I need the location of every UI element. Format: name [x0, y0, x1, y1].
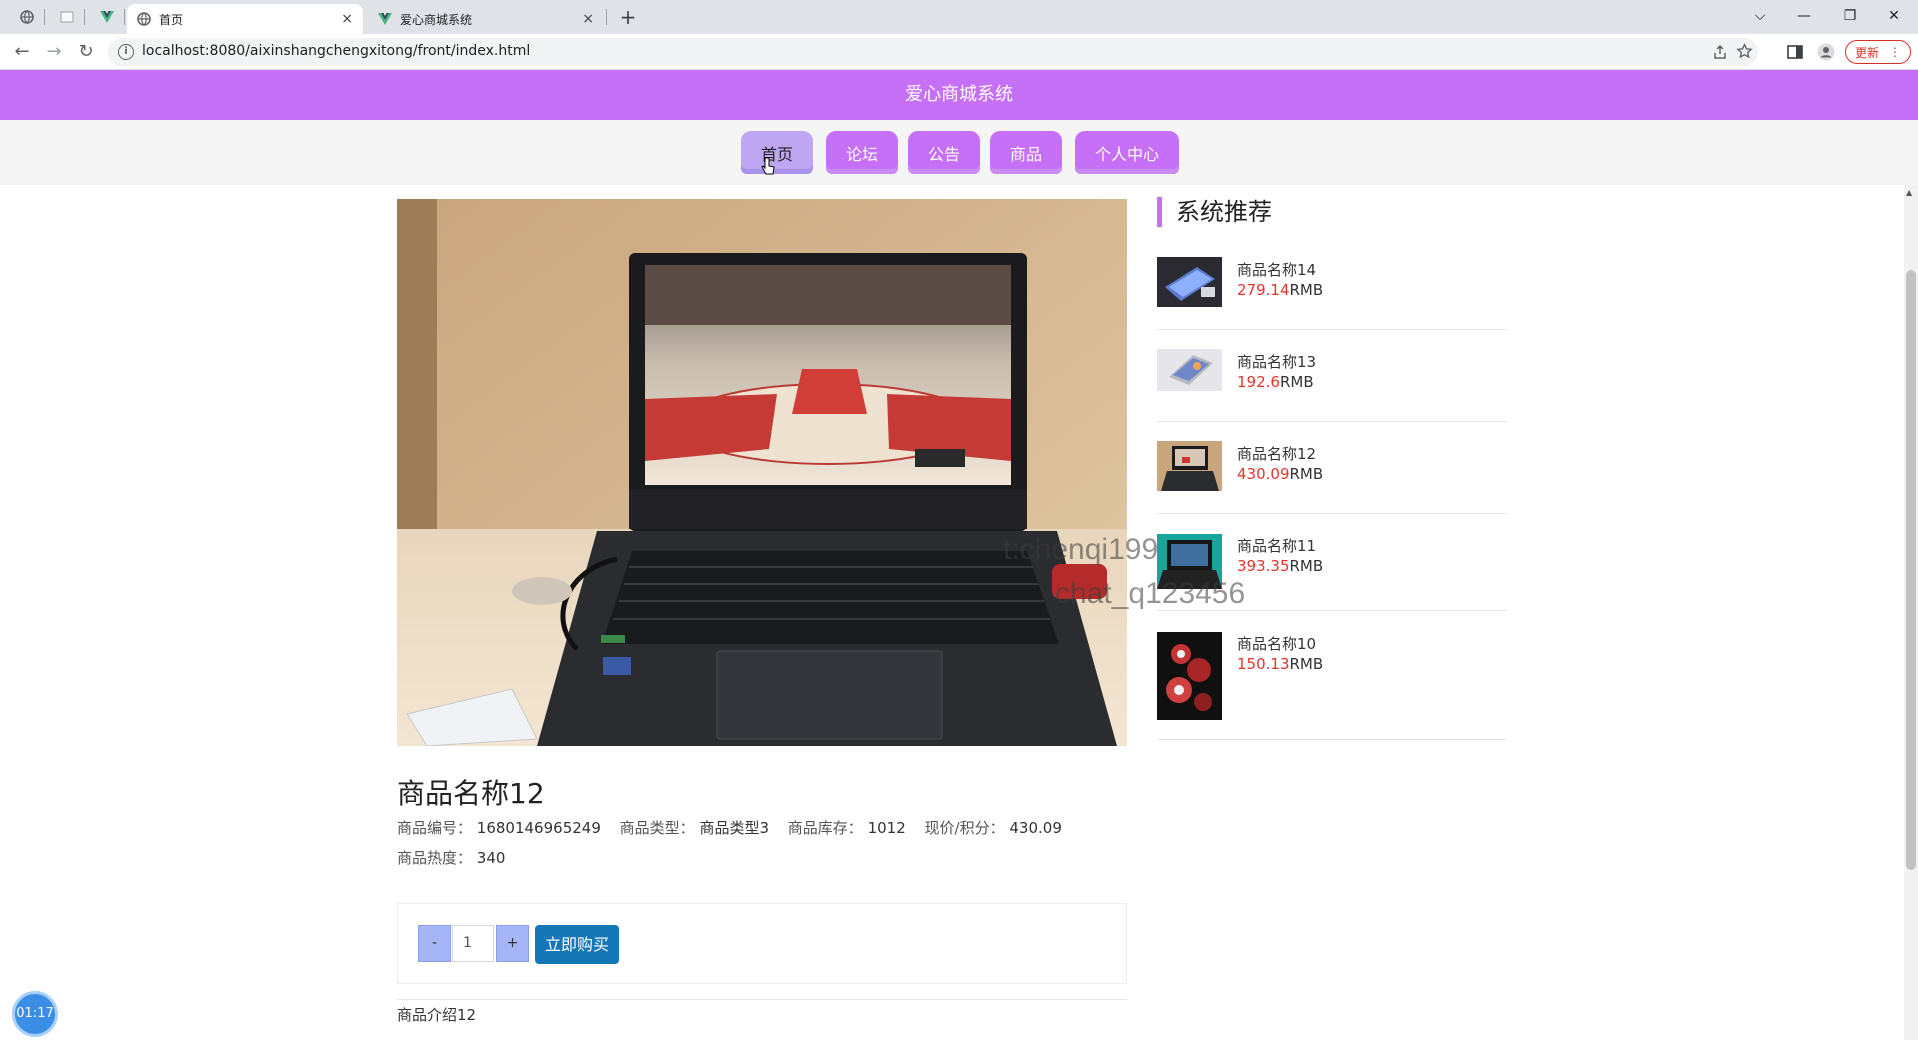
bookmark-star-icon[interactable]	[1736, 43, 1753, 60]
recommend-name[interactable]: 商品名称10	[1237, 633, 1316, 654]
product-heat-row: 商品热度： 340	[397, 847, 505, 868]
price-number: 393.35	[1237, 557, 1290, 575]
close-window-button[interactable]: ✕	[1872, 4, 1916, 28]
vue-logo-icon	[100, 11, 114, 23]
recommend-item[interactable]: 商品名称10 150.13RMB	[1157, 630, 1507, 740]
page-icon	[60, 11, 74, 23]
product-main-image	[397, 199, 1127, 746]
stock-value: 1012	[867, 819, 906, 837]
back-button[interactable]: ←	[10, 41, 34, 63]
nav-products[interactable]: 商品	[990, 131, 1062, 174]
currency: RMB	[1279, 373, 1314, 391]
scrollbar-thumb[interactable]	[1906, 270, 1916, 870]
quantity-input[interactable]: 1	[452, 925, 494, 962]
watermark-line-2: chat_q123456	[1055, 577, 1246, 610]
hand-cursor-icon	[761, 157, 775, 175]
new-tab-button[interactable]: +	[615, 5, 641, 29]
url-text[interactable]: localhost:8080/aixinshangchengxitong/fro…	[142, 43, 530, 59]
tab-search-button[interactable]: ⌵	[1738, 4, 1782, 28]
heat-value: 340	[476, 849, 506, 867]
reload-button[interactable]: ↻	[74, 41, 98, 63]
price-number: 192.6	[1237, 373, 1280, 391]
pinned-tab-vue[interactable]	[94, 6, 120, 28]
stock-label: 商品库存：	[787, 819, 863, 837]
recommend-name[interactable]: 商品名称12	[1237, 443, 1316, 464]
site-info-icon[interactable]: i	[118, 44, 134, 60]
currency: RMB	[1289, 557, 1324, 575]
currency: RMB	[1289, 465, 1324, 483]
recommend-price: 430.09RMB	[1237, 465, 1323, 483]
recommend-title: 系统推荐	[1157, 197, 1272, 227]
price-label: 现价/积分：	[924, 819, 1005, 837]
pinned-tab-globe[interactable]	[14, 6, 40, 28]
nav-home[interactable]: 首页	[741, 131, 813, 174]
forward-button[interactable]: →	[42, 41, 66, 63]
price-number: 150.13	[1237, 655, 1290, 673]
browser-tab-bar: 首页 × 爱心商城系统 × + ⌵ — ❐ ✕	[0, 0, 1918, 34]
globe-icon	[137, 12, 151, 26]
update-label: 更新	[1854, 45, 1879, 60]
pinned-tab-blank[interactable]	[54, 6, 80, 28]
site-title: 爱心商城系统	[0, 70, 1918, 120]
globe-icon	[20, 10, 34, 24]
recommend-thumbnail[interactable]	[1157, 349, 1222, 391]
address-bar[interactable]: i localhost:8080/aixinshangchengxitong/f…	[108, 38, 1758, 66]
recommend-thumbnail[interactable]	[1157, 257, 1222, 307]
price-number: 279.14	[1237, 281, 1290, 299]
recommend-thumbnail[interactable]	[1157, 632, 1222, 720]
recommend-thumbnail[interactable]	[1157, 441, 1222, 491]
type-value: 商品类型3	[699, 819, 769, 837]
recommend-name[interactable]: 商品名称13	[1237, 351, 1316, 372]
nav-forum[interactable]: 论坛	[826, 131, 898, 174]
recommend-name[interactable]: 商品名称14	[1237, 259, 1316, 280]
recommend-price: 150.13RMB	[1237, 655, 1323, 673]
tab-mall[interactable]: 爱心商城系统 ×	[368, 4, 604, 34]
close-tab-icon[interactable]: ×	[582, 11, 594, 27]
side-panel-icon[interactable]	[1786, 43, 1804, 61]
purchase-box: - 1 + 立即购买	[397, 903, 1127, 984]
recommend-name[interactable]: 商品名称11	[1237, 535, 1316, 556]
quantity-minus-button[interactable]: -	[418, 925, 451, 962]
main-nav: 首页 论坛 公告 商品 个人中心	[0, 120, 1918, 185]
tab-title: 爱心商城系统	[400, 12, 473, 27]
currency: RMB	[1289, 655, 1324, 673]
currency: RMB	[1289, 281, 1324, 299]
code-label: 商品编号：	[397, 819, 473, 837]
minimize-button[interactable]: —	[1782, 4, 1826, 28]
type-label: 商品类型：	[619, 819, 695, 837]
share-icon[interactable]	[1712, 44, 1728, 60]
watermark-line-1: t:chenqi199	[1003, 533, 1159, 566]
vue-logo-icon	[378, 13, 392, 25]
restore-button[interactable]: ❐	[1828, 4, 1872, 28]
more-menu-icon[interactable]: ⋮	[1889, 45, 1901, 59]
code-value: 1680146965249	[476, 819, 601, 837]
product-intro: 商品介绍12	[397, 1006, 477, 1024]
tab-home[interactable]: 首页 ×	[127, 4, 363, 34]
product-meta-row: 商品编号： 1680146965249 商品类型： 商品类型3 商品库存： 10…	[397, 817, 1062, 838]
heat-label: 商品热度：	[397, 849, 473, 867]
scroll-up-arrow-icon[interactable]: ▲	[1906, 188, 1912, 197]
browser-toolbar: ← → ↻ i localhost:8080/aixinshangchengxi…	[0, 34, 1918, 70]
close-tab-icon[interactable]: ×	[341, 11, 353, 27]
product-title: 商品名称12	[397, 777, 545, 810]
recording-timer: 01:17	[12, 991, 58, 1037]
profile-avatar-icon[interactable]	[1817, 43, 1835, 61]
nav-notice[interactable]: 公告	[908, 131, 980, 174]
update-button[interactable]: 更新 ⋮	[1845, 40, 1911, 64]
tab-title: 首页	[159, 12, 184, 27]
recommend-item[interactable]: 商品名称12 430.09RMB	[1157, 440, 1507, 514]
recommend-price: 279.14RMB	[1237, 281, 1323, 299]
recommend-price: 393.35RMB	[1237, 557, 1323, 575]
price-value: 430.09	[1009, 819, 1062, 837]
nav-user-center[interactable]: 个人中心	[1075, 131, 1179, 174]
quantity-plus-button[interactable]: +	[496, 925, 529, 962]
divider	[397, 999, 1127, 1000]
recommend-item[interactable]: 商品名称13 192.6RMB	[1157, 348, 1507, 422]
recommend-item[interactable]: 商品名称14 279.14RMB	[1157, 256, 1507, 330]
buy-now-button[interactable]: 立即购买	[535, 925, 619, 964]
recommend-price: 192.6RMB	[1237, 373, 1314, 391]
price-number: 430.09	[1237, 465, 1290, 483]
